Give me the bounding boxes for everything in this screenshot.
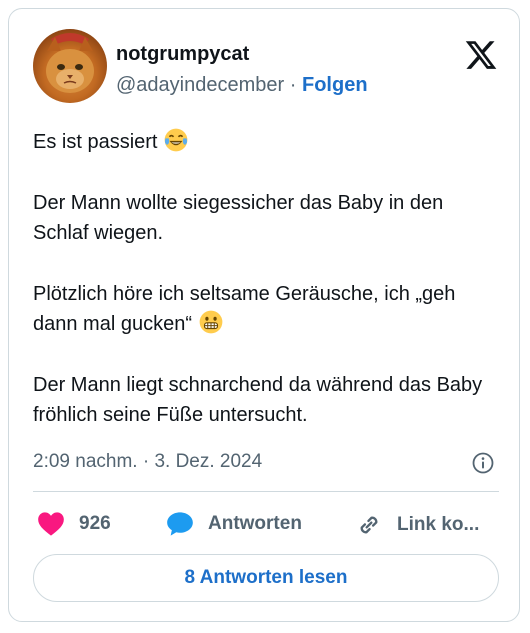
divider [33,491,499,492]
display-name[interactable]: notgrumpycat [116,43,249,66]
tweet-paragraph: Der Mann liegt schnarchend da während da… [33,374,483,426]
reply-label: Antworten [208,513,302,534]
grimacing-face-icon [199,310,222,334]
copy-link-button[interactable]: Link ko... [355,511,479,539]
link-label: Link ko... [397,514,480,535]
tweet-paragraph: Der Mann wollte siegessicher das Baby in… [33,192,444,244]
read-replies-button[interactable]: 8 Antworten lesen [33,554,499,602]
tweet-text: Es ist passiert Der Mann wollte siegessi… [33,127,503,461]
chain-link-icon [360,516,378,534]
handle-line: @adayindecember · Folgen [116,74,368,97]
like-button[interactable]: 926 [37,511,111,537]
tweet-paragraph: Es ist passiert [33,127,503,157]
speech-bubble-icon [167,512,193,536]
like-count: 926 [79,513,111,534]
tweet-paragraph: Plötzlich höre ich seltsame Geräusche, i… [33,283,456,335]
avatar[interactable] [33,29,107,103]
tweet-timestamp[interactable]: 2:09 nachm. · 3. Dez. 2024 [33,451,262,473]
info-icon[interactable] [471,451,495,475]
handle[interactable]: @adayindecember [116,74,284,96]
handle-separator: · [289,74,297,96]
reply-button[interactable]: Antworten [166,511,302,537]
face-with-tears-of-joy-icon [164,128,188,152]
tweet-card: notgrumpycat @adayindecember · Folgen Es… [8,8,520,622]
heart-icon [38,512,64,536]
follow-button[interactable]: Folgen [302,74,368,96]
x-logo-icon[interactable] [464,38,498,72]
